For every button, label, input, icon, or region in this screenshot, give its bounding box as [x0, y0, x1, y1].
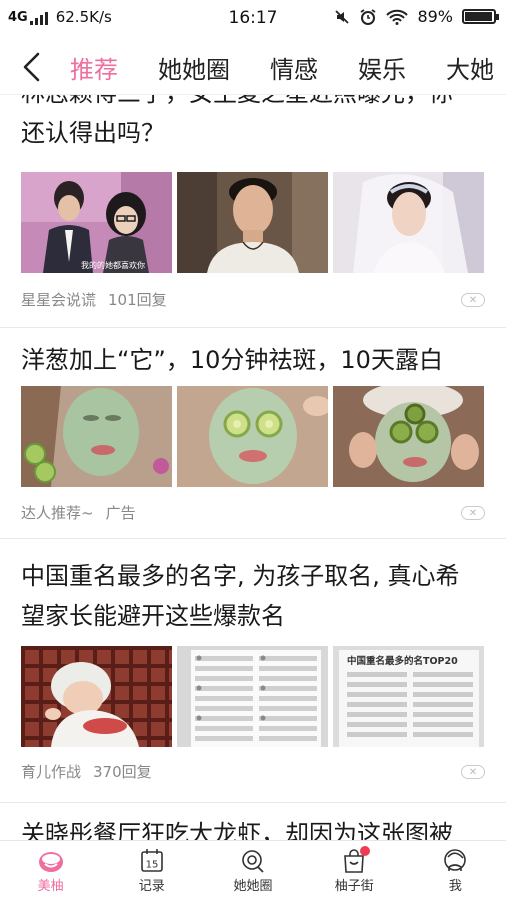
feed-article[interactable]: 洋葱加上“它”，10分钟祛斑，10天露白 达人推荐~ 广告 ✕	[0, 340, 506, 522]
news-feed: 林志颖得三子，女主夏之星近照曝光，你 还认得出吗？	[0, 95, 506, 840]
title-line: 还认得出吗？	[21, 119, 165, 147]
tab-tatacircle[interactable]: 她她圈	[158, 50, 230, 85]
ad-label: 广告	[105, 504, 136, 522]
notification-badge	[359, 846, 370, 856]
category-nav: 推荐 她她圈 情感 娱乐 大她	[0, 40, 506, 95]
mute-icon	[335, 9, 350, 24]
tabbar-item-me[interactable]: 我	[405, 841, 506, 901]
tabbar-item-meiyou[interactable]: 美柚	[0, 841, 101, 901]
tab-recommend[interactable]: 推荐	[70, 50, 118, 85]
article-image[interactable]	[177, 386, 328, 487]
reply-count: 370回复	[93, 763, 152, 781]
alarm-icon	[360, 8, 376, 25]
article-source: 达人推荐~	[21, 504, 94, 522]
title-line: 洋葱加上“它”，10分钟祛斑，10天露白	[21, 346, 443, 374]
dismiss-icon[interactable]: ✕	[461, 506, 485, 520]
article-image[interactable]	[21, 646, 172, 747]
article-meta: 达人推荐~ 广告	[21, 502, 136, 523]
article-image[interactable]: 中国重名最多的名TOP20	[333, 646, 484, 747]
divider	[0, 538, 506, 539]
profile-icon	[444, 849, 467, 871]
article-source: 星星会说谎	[21, 291, 97, 309]
dismiss-icon[interactable]: ✕	[461, 293, 485, 307]
divider	[0, 327, 506, 328]
title-line: 关晓彤餐厅狂吃大龙虾，却因为这张图被	[21, 820, 453, 840]
title-line: 中国重名最多的名字, 为孩子取名, 真心希	[21, 562, 460, 590]
article-title[interactable]: 洋葱加上“它”，10分钟祛斑，10天露白	[21, 340, 485, 380]
tab-emotion[interactable]: 情感	[270, 50, 318, 85]
title-line: 望家长能避开这些爆款名	[21, 602, 285, 630]
article-title[interactable]: 关晓彤餐厅狂吃大龙虾，却因为这张图被	[21, 814, 485, 840]
status-bar: 4G 62.5K/s 16:17 89%	[0, 0, 506, 36]
feed-article[interactable]: 关晓彤餐厅狂吃大龙虾，却因为这张图被	[0, 814, 506, 840]
tabbar-item-record[interactable]: 15 记录	[101, 841, 202, 901]
tab-entertainment[interactable]: 娱乐	[358, 50, 406, 85]
wifi-icon	[386, 9, 409, 25]
tabbar-item-tatacircle[interactable]: 她她圈	[202, 841, 303, 901]
battery-percent: 89%	[417, 7, 453, 26]
battery-icon	[462, 9, 499, 24]
feed-article[interactable]: 林志颖得三子，女主夏之星近照曝光，你 还认得出吗？	[0, 95, 506, 309]
meiyou-icon	[38, 852, 63, 872]
divider	[0, 802, 506, 803]
article-image[interactable]: 我的的她都喜欢你	[21, 172, 172, 273]
tabbar-label: 我	[448, 879, 462, 894]
tabbar-label: 记录	[138, 879, 165, 894]
reply-count: 101回复	[108, 291, 167, 309]
search-circle-icon	[242, 850, 264, 873]
article-image[interactable]	[177, 646, 328, 747]
bottom-tab-bar: 美柚 15 记录 她她圈 柚子街 我	[0, 840, 506, 901]
article-image[interactable]	[21, 386, 172, 487]
article-title[interactable]: 中国重名最多的名字, 为孩子取名, 真心希 望家长能避开这些爆款名	[21, 556, 485, 636]
tabbar-label: 柚子街	[334, 879, 374, 894]
ranking-table-title: 中国重名最多的名TOP20	[347, 655, 458, 667]
calendar-icon: 15	[140, 849, 163, 872]
tabbar-label: 美柚	[37, 879, 64, 894]
feed-article[interactable]: 中国重名最多的名字, 为孩子取名, 真心希 望家长能避开这些爆款名 中国重名最多…	[0, 556, 506, 781]
back-arrow-icon[interactable]	[16, 50, 50, 84]
article-title[interactable]: 林志颖得三子，女主夏之星近照曝光，你 还认得出吗？	[21, 95, 485, 153]
calendar-date: 15	[145, 860, 158, 871]
article-image[interactable]	[333, 386, 484, 487]
title-line: 林志颖得三子，女主夏之星近照曝光，你	[21, 95, 485, 113]
image-subtitle: 我的的她都喜欢你	[81, 260, 145, 270]
article-meta: 育儿作战 370回复	[21, 761, 152, 782]
article-image[interactable]	[177, 172, 328, 273]
tabbar-item-youzijie[interactable]: 柚子街	[304, 841, 405, 901]
tabbar-label: 她她圈	[233, 879, 273, 894]
article-source: 育儿作战	[21, 763, 82, 781]
tab-more[interactable]: 大她	[446, 50, 494, 85]
article-meta: 星星会说谎 101回复	[21, 289, 167, 310]
article-image[interactable]	[333, 172, 484, 273]
dismiss-icon[interactable]: ✕	[461, 765, 485, 779]
